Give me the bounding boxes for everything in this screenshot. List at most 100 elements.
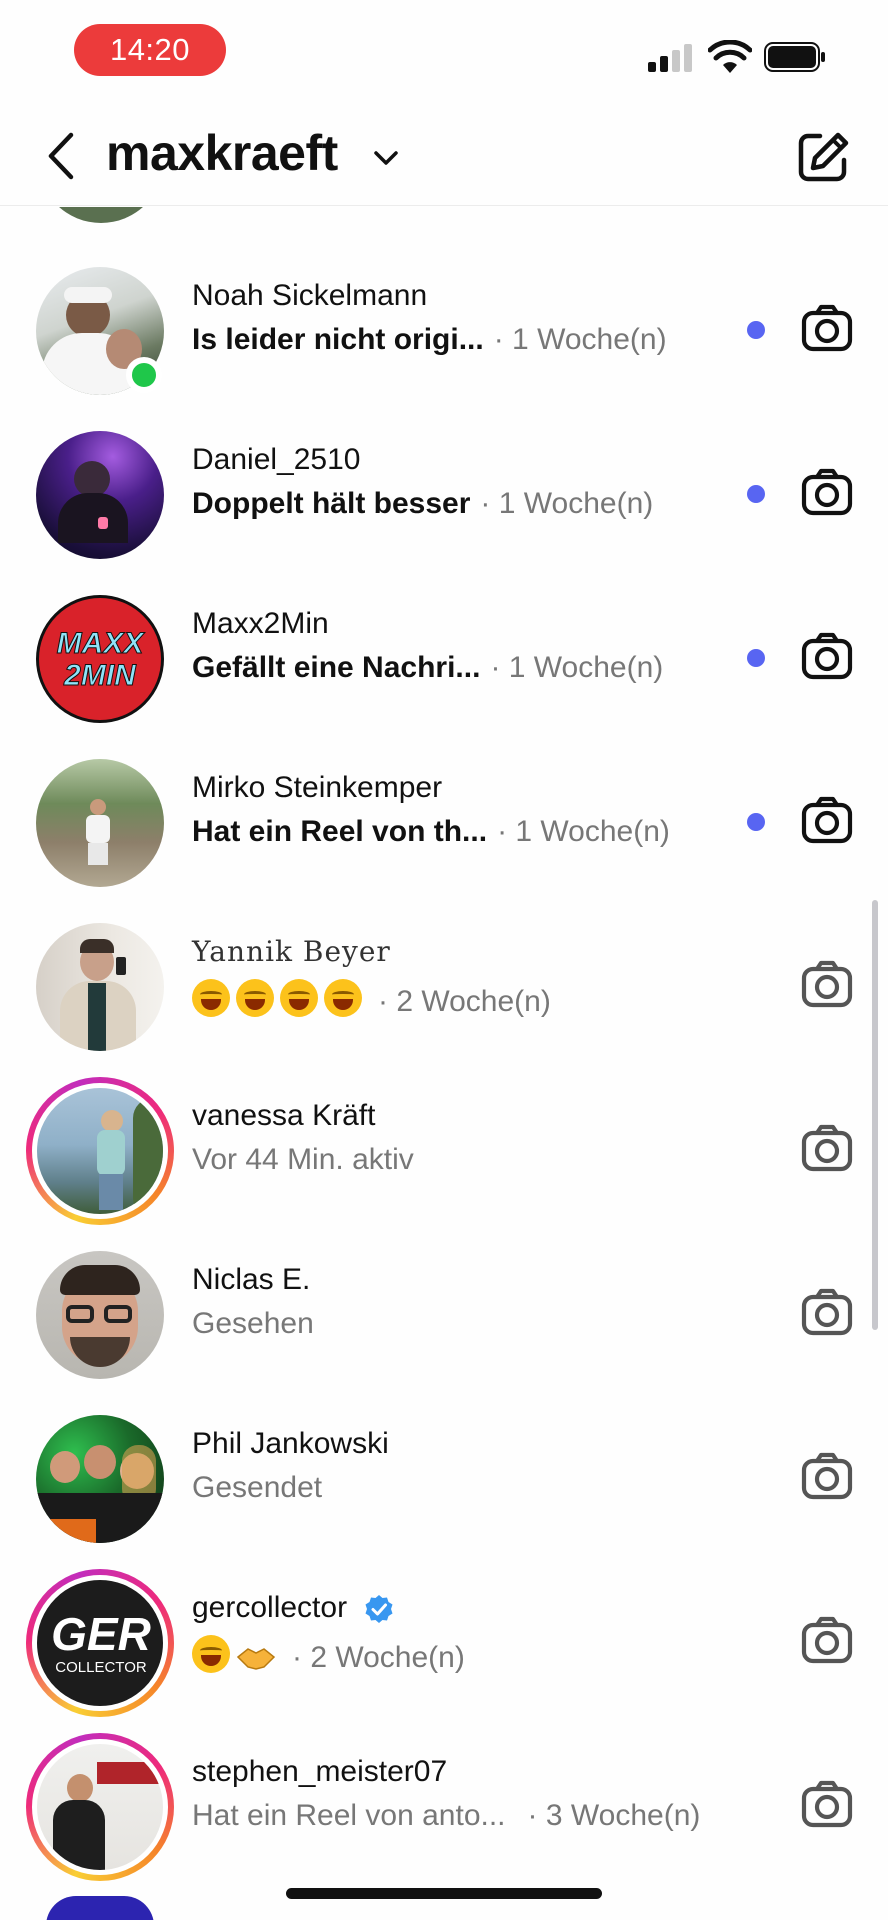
compose-icon xyxy=(798,132,849,182)
unread-indicator xyxy=(747,485,765,503)
thread-name: gercollector xyxy=(192,1591,395,1625)
svg-text:MAXX: MAXX xyxy=(57,627,146,660)
status-time[interactable]: 14:20 xyxy=(74,24,226,76)
verified-badge-icon xyxy=(365,1595,393,1624)
thread-name: Phil Jankowski xyxy=(192,1427,389,1460)
thread-preview: Gesehen xyxy=(192,1307,314,1341)
cellular-signal-icon xyxy=(648,44,694,72)
avatar-story-ring[interactable] xyxy=(26,1077,174,1225)
avatar-story-ring[interactable]: GER COLLECTOR xyxy=(26,1569,174,1717)
thread-name: Maxx2Min xyxy=(192,607,329,640)
message-preview: Hat ein Reel von th... xyxy=(192,815,488,848)
chevron-down-icon[interactable] xyxy=(372,146,400,170)
avatar[interactable] xyxy=(36,923,164,1051)
thread-row[interactable]: GER COLLECTOR gercollector · 2 Woche(n) xyxy=(0,1559,888,1723)
camera-icon[interactable] xyxy=(800,1613,854,1667)
thread-preview: Is leider nicht origi... · 1 Woche(n) xyxy=(192,323,667,357)
avatar[interactable]: MAXX 2MIN xyxy=(36,595,164,723)
chevron-left-icon xyxy=(48,132,74,180)
status-bar: 14:20 xyxy=(0,0,888,100)
message-preview xyxy=(192,1635,282,1681)
camera-icon[interactable] xyxy=(800,629,854,683)
grinning-sweat-emoji xyxy=(192,1635,230,1673)
camera-icon[interactable] xyxy=(800,1777,854,1831)
thread-name-text: gercollector xyxy=(192,1591,348,1624)
maxx2min-logo: MAXX 2MIN xyxy=(56,627,146,693)
svg-text:2MIN: 2MIN xyxy=(63,659,137,692)
avatar[interactable] xyxy=(38,207,164,223)
thread-name: Noah Sickelmann xyxy=(192,279,428,312)
message-preview: Is leider nicht origi... xyxy=(192,323,484,356)
tears-of-joy-emoji xyxy=(236,979,274,1017)
thread-row[interactable]: MAXX 2MIN Maxx2Min Gefällt eine Nachri..… xyxy=(0,575,888,739)
handshake-emoji xyxy=(236,1643,276,1673)
avatar: GER COLLECTOR xyxy=(32,1575,168,1711)
message-thread-list[interactable]: Noah Sickelmann Is leider nicht origi...… xyxy=(0,207,888,1920)
avatar[interactable] xyxy=(46,1896,154,1920)
thread-preview: Gefällt eine Nachri... · 1 Woche(n) xyxy=(192,651,663,685)
message-time: · 2 Woche(n) xyxy=(292,1641,465,1674)
thread-preview: Gesendet xyxy=(192,1471,322,1505)
thread-name: Niclas E. xyxy=(192,1263,311,1296)
thread-preview: · 2 Woche(n) xyxy=(192,979,551,1025)
message-status: Gesehen xyxy=(192,1307,314,1340)
thread-row[interactable]: Noah Sickelmann Is leider nicht origi...… xyxy=(0,247,888,411)
message-preview: Hat ein Reel von anto... xyxy=(192,1799,506,1832)
online-status-dot xyxy=(126,357,162,393)
home-indicator[interactable] xyxy=(286,1888,602,1899)
thread-row[interactable]: Mirko Steinkemper Hat ein Reel von th...… xyxy=(0,739,888,903)
thread-row[interactable]: stephen_meister07 Hat ein Reel von anto.… xyxy=(0,1723,888,1887)
thread-preview: Hat ein Reel von anto... · 3 Woche(n) xyxy=(192,1799,700,1833)
message-preview: Doppelt hält besser xyxy=(192,487,471,520)
thread-row[interactable]: Niclas E. Gesehen xyxy=(0,1231,888,1395)
scrollbar[interactable] xyxy=(872,900,878,1330)
back-button[interactable] xyxy=(40,128,80,184)
thread-row[interactable]: vanessa Kräft Vor 44 Min. aktiv xyxy=(0,1067,888,1231)
tears-of-joy-emoji xyxy=(192,979,230,1017)
avatar[interactable] xyxy=(36,759,164,887)
thread-name: stephen_meister07 xyxy=(192,1755,448,1788)
thread-preview: Vor 44 Min. aktiv xyxy=(192,1143,414,1177)
account-switcher[interactable]: maxkraeft xyxy=(106,124,338,182)
thread-row[interactable]: Daniel_2510 Doppelt hält besser · 1 Woch… xyxy=(0,411,888,575)
thread-row[interactable]: Phil Jankowski Gesendet xyxy=(0,1395,888,1559)
compose-button[interactable] xyxy=(796,130,850,184)
avatar xyxy=(32,1083,168,1219)
camera-icon[interactable] xyxy=(800,793,854,847)
battery-icon xyxy=(764,42,825,72)
activity-status: Vor 44 Min. aktiv xyxy=(192,1143,414,1176)
avatar[interactable] xyxy=(36,431,164,559)
svg-text:GER: GER xyxy=(51,1608,151,1660)
message-time: · 3 Woche(n) xyxy=(527,1799,701,1832)
message-preview xyxy=(192,979,368,1025)
unread-indicator xyxy=(747,321,765,339)
tears-of-joy-emoji xyxy=(324,979,362,1017)
message-time: · 1 Woche(n) xyxy=(497,815,670,848)
avatar-story-ring[interactable] xyxy=(26,1733,174,1881)
thread-name: vanessa Kräft xyxy=(192,1099,376,1132)
wifi-icon xyxy=(708,40,752,73)
message-time: · 1 Woche(n) xyxy=(490,651,664,684)
camera-icon[interactable] xyxy=(800,957,854,1011)
unread-indicator xyxy=(747,649,765,667)
message-status: Gesendet xyxy=(192,1471,323,1504)
camera-icon[interactable] xyxy=(800,1449,854,1503)
camera-icon[interactable] xyxy=(800,1121,854,1175)
thread-name: Yannik Beyer xyxy=(192,935,391,968)
camera-icon[interactable] xyxy=(800,465,854,519)
avatar[interactable] xyxy=(36,1415,164,1543)
message-time: · 1 Woche(n) xyxy=(493,323,667,356)
avatar[interactable] xyxy=(36,1251,164,1379)
tears-of-joy-emoji xyxy=(280,979,318,1017)
thread-row[interactable]: Yannik Beyer · 2 Woche(n) xyxy=(0,903,888,1067)
message-preview: Gefällt eine Nachri... xyxy=(192,651,481,684)
thread-name: Mirko Steinkemper xyxy=(192,771,443,804)
camera-icon[interactable] xyxy=(800,1285,854,1339)
gercollector-logo: GER COLLECTOR xyxy=(51,1608,151,1676)
thread-name: Daniel_2510 xyxy=(192,443,361,476)
thread-preview: Hat ein Reel von th... · 1 Woche(n) xyxy=(192,815,670,849)
svg-text:COLLECTOR: COLLECTOR xyxy=(55,1659,147,1676)
camera-icon[interactable] xyxy=(800,301,854,355)
message-time: · 1 Woche(n) xyxy=(480,487,654,520)
avatar xyxy=(32,1739,168,1875)
